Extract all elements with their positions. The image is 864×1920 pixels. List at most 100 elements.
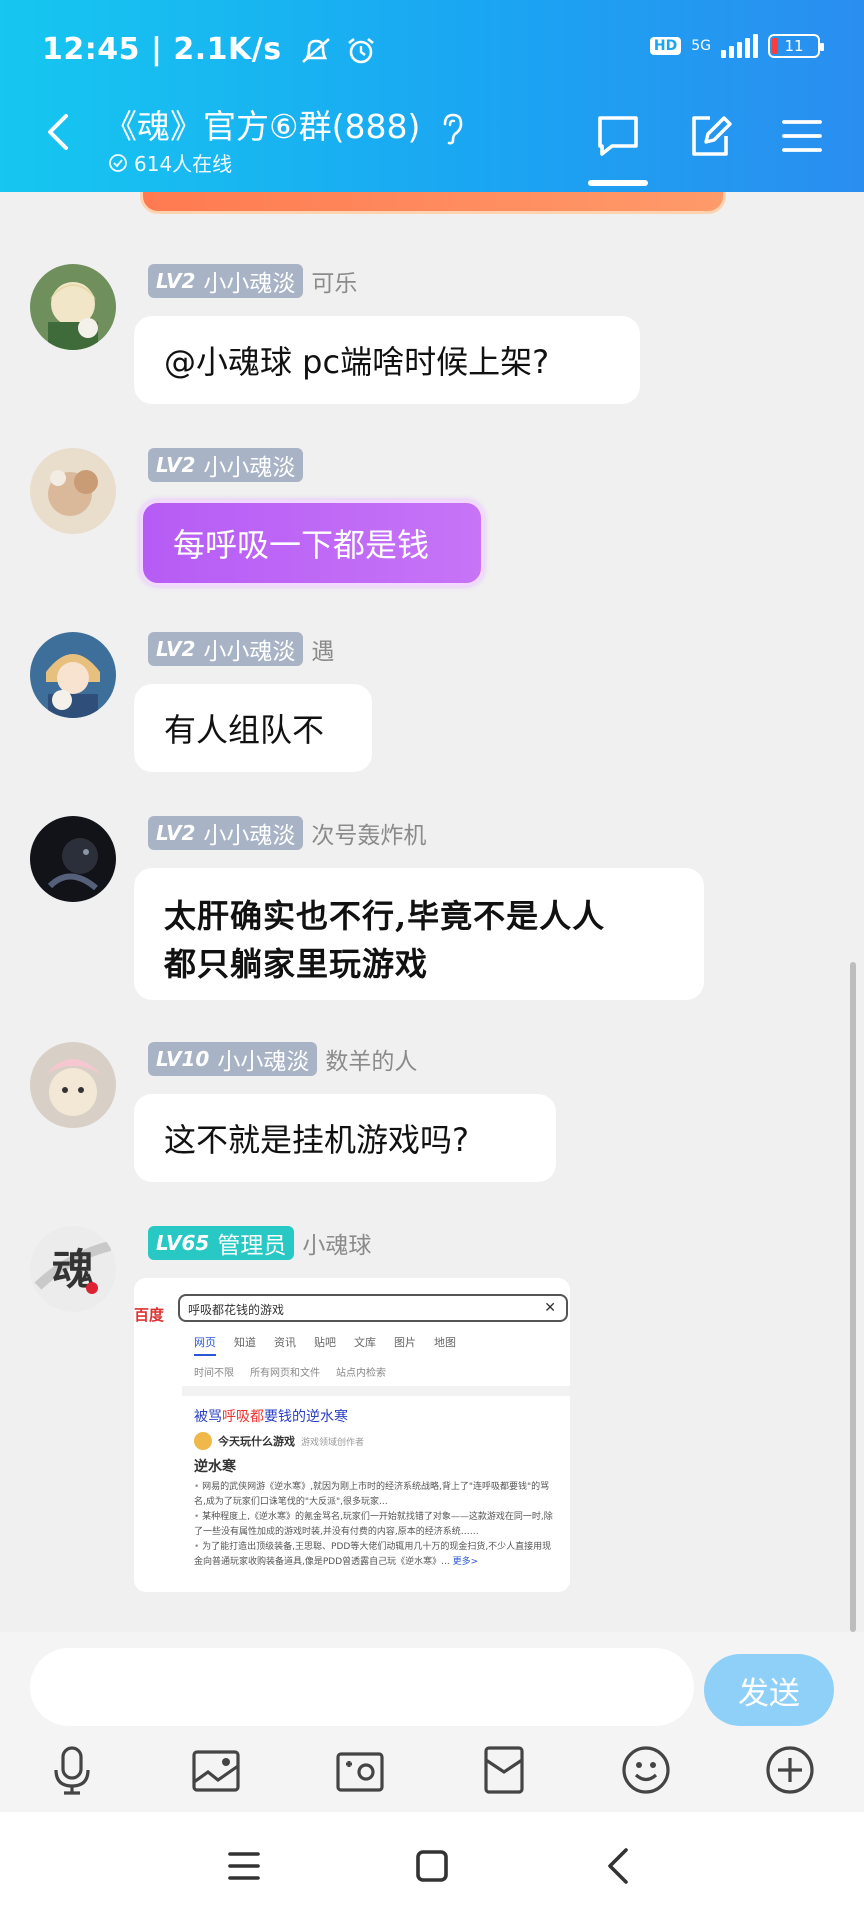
recent-apps-icon[interactable] <box>220 1842 268 1890</box>
send-button[interactable]: 发送 <box>704 1654 834 1726</box>
screenshot-tab: 图片 <box>394 1336 416 1349</box>
online-count: 614人在线 <box>108 148 232 177</box>
screenshot-paragraph: 为了能打造出顶级装备,王思聪、PDD等大佬们动辄用几十万的现金扫货,不少人直接用… <box>194 1540 560 1570</box>
screenshot-tab: 资讯 <box>274 1336 296 1349</box>
message-meta: LV10 小小魂淡 数羊的人 <box>148 1042 417 1076</box>
nickname[interactable]: 次号轰炸机 <box>311 816 426 850</box>
message-meta: LV2 小小魂淡 遇 <box>148 632 334 666</box>
avatar-image <box>30 816 116 902</box>
level-text: LV2 <box>156 269 196 293</box>
home-icon[interactable] <box>408 1842 456 1890</box>
message-item: 魂 LV65 管理员 小魂球 百度 呼吸都花钱的游戏 ✕ 网页 知道 资讯 贴吧 … <box>0 1226 864 1606</box>
avatar[interactable] <box>30 448 116 534</box>
level-text: LV10 <box>156 1047 210 1071</box>
avatar[interactable] <box>30 632 116 718</box>
screenshot-tab: 网页 <box>194 1334 216 1356</box>
title-highlight: 呼吸都 <box>222 1409 264 1425</box>
screenshot-tab: 知道 <box>234 1336 256 1349</box>
avatar[interactable] <box>30 1042 116 1128</box>
level-badge: LV2 小小魂淡 <box>148 264 304 298</box>
camera-icon[interactable] <box>334 1744 386 1796</box>
message-item: LV10 小小魂淡 数羊的人 这不就是挂机游戏吗? <box>0 1042 864 1192</box>
message-text: 有人组队不 <box>164 711 325 749</box>
level-text: LV2 <box>156 821 196 845</box>
screenshot-tabs: 网页 知道 资讯 贴吧 文库 图片 地图 <box>194 1334 456 1356</box>
baidu-logo: 百度 <box>134 1306 165 1324</box>
message-text-line: 太肝确实也不行,毕竟不是人人 <box>164 897 606 935</box>
message-bubble[interactable]: 每呼吸一下都是钱 <box>140 500 484 586</box>
edit-icon[interactable] <box>686 112 734 160</box>
plus-icon[interactable] <box>764 1744 816 1796</box>
level-text: LV65 <box>156 1231 210 1255</box>
message-meta: LV2 小小魂淡 次号轰炸机 <box>148 816 426 850</box>
battery-level: 11 <box>784 37 804 55</box>
alarm-icon <box>348 37 375 63</box>
author-avatar <box>194 1432 212 1450</box>
screenshot-filter: 时间不限 <box>194 1368 234 1379</box>
screenshot-search-box: 呼吸都花钱的游戏 ✕ <box>178 1294 568 1322</box>
online-check-icon <box>109 153 127 172</box>
back-icon[interactable] <box>40 112 80 152</box>
avatar-image: 魂 <box>30 1226 116 1312</box>
avatar-image <box>30 632 116 718</box>
screenshot-paragraphs: 网易的武侠网游《逆水寒》,就因为刚上市时的经济系统战略,背上了"连呼吸都要钱"的… <box>194 1480 560 1570</box>
ear-icon[interactable] <box>439 112 465 146</box>
screenshot-result-card: 被骂呼吸都要钱的逆水寒 今天玩什么游戏游戏领域创作者 逆水寒 网易的武侠网游《逆… <box>182 1386 570 1592</box>
nickname[interactable]: 遇 <box>311 632 334 666</box>
level-text: LV2 <box>156 637 196 661</box>
screenshot-result-title: 被骂呼吸都要钱的逆水寒 <box>194 1406 560 1426</box>
nickname[interactable]: 小魂球 <box>302 1226 371 1260</box>
rank-text: 小小魂淡 <box>217 1049 310 1075</box>
system-nav-bar <box>0 1812 864 1920</box>
previous-message-bubble <box>140 192 726 214</box>
menu-icon[interactable] <box>778 112 826 160</box>
message-bubble[interactable]: 这不就是挂机游戏吗? <box>134 1094 556 1182</box>
more-link: 更多> <box>452 1557 479 1567</box>
screenshot-heading: 逆水寒 <box>194 1459 236 1475</box>
status-bar: 12:45 | 2.1K/s HD 5G 11 <box>0 0 864 100</box>
chat-area[interactable]: LV2 小小魂淡 可乐 @小魂球 pc端啥时候上架? LV2 小小魂淡 每呼吸一下都… <box>0 192 864 1632</box>
nickname[interactable]: 可乐 <box>311 264 357 298</box>
screenshot-tab: 贴吧 <box>314 1336 336 1349</box>
message-bubble[interactable]: 有人组队不 <box>134 684 372 772</box>
group-title[interactable]: 《魂》官方⑥群(888) <box>104 100 465 148</box>
red-packet-icon[interactable] <box>478 1744 530 1796</box>
avatar[interactable] <box>30 816 116 902</box>
paragraph-text: 为了能打造出顶级装备,王思聪、PDD等大佬们动辄用几十万的现金扫货,不少人直接用… <box>194 1542 552 1567</box>
back-nav-icon[interactable] <box>596 1842 644 1890</box>
avatar[interactable]: 魂 <box>30 1226 116 1312</box>
admin-badge: LV65 管理员 <box>148 1226 295 1260</box>
message-meta: LV65 管理员 小魂球 <box>148 1226 371 1260</box>
avatar-image <box>30 264 116 350</box>
level-badge: LV2 小小魂淡 <box>148 448 304 482</box>
battery-icon: 11 <box>768 34 824 58</box>
screenshot-tab: 文库 <box>354 1336 376 1349</box>
image-message[interactable]: 百度 呼吸都花钱的游戏 ✕ 网页 知道 资讯 贴吧 文库 图片 地图 时间不限 … <box>134 1278 570 1592</box>
nickname[interactable]: 数羊的人 <box>325 1042 417 1076</box>
chat-bubble-icon[interactable] <box>594 112 642 160</box>
chat-header: 12:45 | 2.1K/s HD 5G 11 《魂》官方⑥群(888) 614… <box>0 0 864 192</box>
emoji-icon[interactable] <box>620 1744 672 1796</box>
microphone-icon[interactable] <box>46 1744 98 1796</box>
message-text: 这不就是挂机游戏吗? <box>164 1121 469 1159</box>
active-tab-indicator <box>588 180 648 186</box>
hd-badge: HD <box>649 37 682 55</box>
screenshot-author: 今天玩什么游戏 游戏领域创作者 <box>194 1432 560 1450</box>
rank-text: 管理员 <box>217 1233 287 1259</box>
message-input[interactable] <box>30 1648 694 1726</box>
group-title-text: 《魂》官方⑥群(888) <box>104 107 421 146</box>
level-badge: LV2 小小魂淡 <box>148 632 304 666</box>
clear-icon: ✕ <box>544 1300 556 1316</box>
rank-text: 小小魂淡 <box>203 823 296 849</box>
input-bar: 发送 <box>0 1632 864 1812</box>
message-bubble[interactable]: 太肝确实也不行,毕竟不是人人 都只躺家里玩游戏 <box>134 868 704 1000</box>
screenshot-paragraph: 某种程度上,《逆水寒》的氪金骂名,玩家们一开始就找错了对象——这款游戏在同一时,… <box>194 1510 560 1540</box>
scrollbar[interactable] <box>850 962 856 1632</box>
status-time: 12:45 | 2.1K/s <box>42 32 377 67</box>
message-item: LV2 小小魂淡 每呼吸一下都是钱 <box>0 448 864 598</box>
image-icon[interactable] <box>190 1744 242 1796</box>
online-text: 614人在线 <box>134 152 233 176</box>
avatar[interactable] <box>30 264 116 350</box>
message-bubble[interactable]: @小魂球 pc端啥时候上架? <box>134 316 640 404</box>
message-meta: LV2 小小魂淡 <box>148 448 311 482</box>
